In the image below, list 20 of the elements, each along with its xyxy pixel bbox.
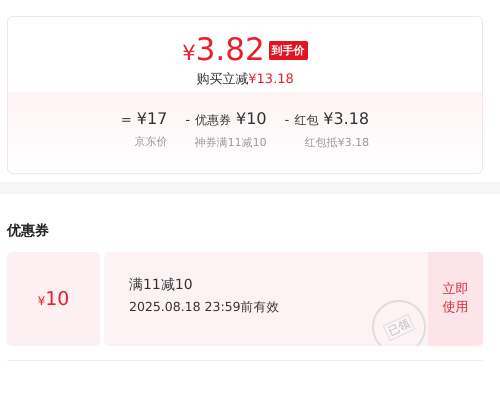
item-amount: ¥17 [136, 109, 168, 128]
item-label: 优惠券 [195, 112, 232, 129]
operator-sign: - [185, 113, 190, 128]
item-note: 红包抵¥3.18 [304, 135, 370, 150]
final-price: ¥3.82 [182, 32, 265, 68]
item-note: 京东价 [134, 134, 168, 149]
item-amount: ¥3.18 [323, 109, 370, 128]
coupon-condition: 满11减10 [129, 276, 194, 294]
saving-text: 购买立减¥13.18 [196, 71, 294, 88]
item-label: 红包 [294, 112, 318, 129]
price-tag: 到手价 [268, 40, 308, 60]
use-now-button[interactable]: 立即使用 [428, 252, 483, 346]
claimed-stamp: 已领 [372, 300, 426, 346]
coupon-value: ¥10 [38, 288, 70, 310]
section-title: 优惠券 [7, 222, 50, 240]
item-note: 神券满11减10 [194, 135, 267, 150]
item-amount: ¥10 [236, 109, 267, 128]
coupon-validity: 2025.08.18 23:59前有效 [129, 299, 281, 316]
operator-sign: - [284, 113, 290, 128]
operator-sign: = [120, 113, 132, 128]
